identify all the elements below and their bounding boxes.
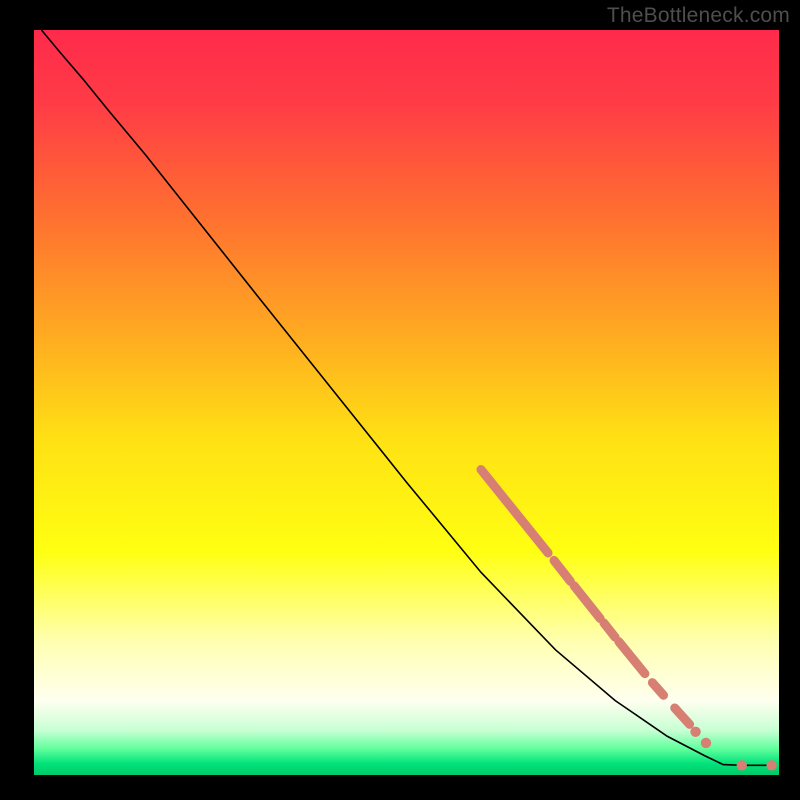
highlight-segment: [604, 623, 615, 637]
chart-svg: [34, 30, 779, 775]
highlight-segments-group: [481, 470, 690, 725]
highlight-dot: [737, 760, 747, 770]
watermark-text: TheBottleneck.com: [607, 4, 790, 28]
highlight-dots-group: [690, 727, 776, 771]
highlight-segment: [652, 683, 663, 696]
highlight-segment: [619, 642, 645, 674]
highlight-segment: [574, 586, 600, 619]
highlight-segment: [481, 470, 548, 553]
highlight-dot: [701, 738, 711, 748]
highlight-segment: [675, 708, 690, 724]
highlight-dot: [766, 760, 776, 770]
plot-area: [34, 30, 779, 775]
chart-stage: TheBottleneck.com: [0, 0, 800, 800]
curve-line: [41, 30, 771, 765]
highlight-segment: [554, 560, 570, 581]
highlight-dot: [690, 727, 700, 737]
